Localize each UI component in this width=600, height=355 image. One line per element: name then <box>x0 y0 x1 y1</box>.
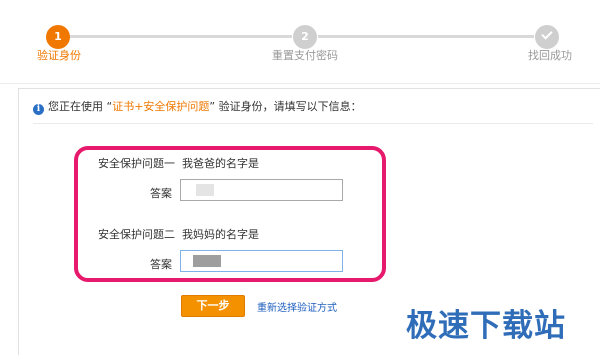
question-2-text: 我妈妈的名字是 <box>182 228 259 241</box>
notice-prefix: 您正在使用 “ <box>48 100 113 113</box>
question-1-label: 安全保护问题一 <box>98 157 175 170</box>
step-connector-2 <box>318 35 534 38</box>
step-2-label: 重置支付密码 <box>272 49 338 62</box>
step-1-label: 验证身份 <box>37 49 81 62</box>
info-icon: i <box>33 104 44 115</box>
answer-2-label: 答案 <box>150 258 172 271</box>
step-2-circle: 2 <box>293 25 317 49</box>
step-3-label: 找回成功 <box>528 49 572 62</box>
answer-1-label: 答案 <box>150 187 172 200</box>
verification-notice: i 您正在使用 “证书+安全保护问题” 验证身份，请填写以下信息： <box>33 99 362 115</box>
notice-suffix: ” 验证身份，请填写以下信息： <box>209 100 362 113</box>
verification-method: 证书+安全保护问题 <box>112 100 210 113</box>
site-watermark: 极速下载站 <box>406 308 566 344</box>
step-1-circle: 1 <box>46 25 70 49</box>
step-progress-bar: 1 2 验证身份 重置支付密码 找回成功 <box>0 0 600 84</box>
reselect-method-link[interactable]: 重新选择验证方式 <box>257 299 337 314</box>
security-question-1: 安全保护问题一 我爸爸的名字是 <box>98 155 259 171</box>
answer-1-masked-value <box>196 184 214 196</box>
checkmark-icon <box>541 28 553 40</box>
question-1-text: 我爸爸的名字是 <box>182 157 259 170</box>
security-question-2: 安全保护问题二 我妈妈的名字是 <box>98 226 259 242</box>
step-connector-1 <box>68 35 292 38</box>
step-3-circle <box>535 25 559 49</box>
question-2-label: 安全保护问题二 <box>98 228 175 241</box>
next-step-button[interactable]: 下一步 <box>181 295 245 317</box>
divider <box>33 123 593 124</box>
answer-2-masked-value <box>193 255 221 267</box>
